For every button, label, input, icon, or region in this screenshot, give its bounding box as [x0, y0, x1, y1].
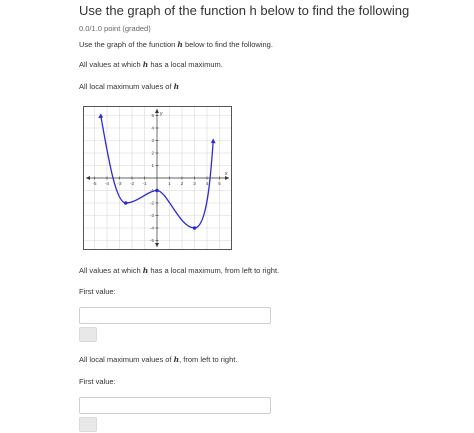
function-graph: -5 -4 -3 -2 -1 1 2 3 4 5 5 4 3 2 1 -1 -2 -3 -4 -5 x y: [83, 106, 232, 250]
question2-post: , from left to right.: [179, 355, 238, 364]
question-local-max-x: All values at which h has a local maximu…: [79, 266, 279, 275]
x-tick-label: -2: [130, 181, 134, 186]
x-tick-label: -5: [92, 181, 96, 186]
prompt2-pre: All local maximum values of: [79, 82, 174, 91]
intro-pre: Use the graph of the function: [79, 40, 178, 49]
y-axis-label: y: [159, 111, 163, 117]
curve-point: [123, 201, 128, 205]
first-value-label: First value:: [79, 377, 116, 386]
points-status: 0.0/1.0 point (graded): [79, 24, 151, 33]
first-value-input-x[interactable]: [79, 307, 271, 324]
x-tick-label: 2: [181, 181, 184, 186]
x-tick-label: 5: [218, 181, 221, 186]
question2-pre: All local maximum values of: [79, 355, 174, 364]
intro-text: Use the graph of the function h below to…: [79, 40, 273, 49]
prompt-local-max-x: All values at which h has a local maximu…: [79, 60, 223, 69]
question1-post: has a local maximum, from left to right.: [148, 266, 280, 275]
x-axis-arrow: [86, 176, 90, 180]
curve-arrow-left: [98, 113, 104, 119]
x-tick-label: 3: [193, 181, 196, 186]
first-value-input-y[interactable]: [79, 397, 271, 414]
add-value-button[interactable]: [79, 417, 97, 432]
curve-point: [192, 226, 197, 230]
prompt1-post: has a local maximum.: [148, 60, 223, 69]
y-axis-arrow: [155, 109, 159, 113]
x-axis-label: x: [224, 171, 228, 177]
function-var: h: [173, 82, 180, 91]
intro-post: below to find the following.: [182, 40, 273, 49]
y-axis-arrow: [155, 243, 159, 247]
question1-pre: All values at which: [79, 266, 143, 275]
prompt-local-max-values: All local maximum values of h: [79, 82, 179, 91]
question-local-max-values: All local maximum values of h, from left…: [79, 355, 237, 364]
add-value-button[interactable]: [79, 327, 97, 342]
x-tick-label: -4: [105, 181, 109, 186]
x-tick-label: 1: [168, 181, 171, 186]
x-tick-label: -3: [117, 181, 121, 186]
page-title: Use the graph of the function h below to…: [79, 3, 410, 18]
prompt1-pre: All values at which: [79, 60, 143, 69]
graph-svg: -5 -4 -3 -2 -1 1 2 3 4 554321-1-2-3-4-5xy: [84, 107, 231, 249]
y-tick-label: -5: [150, 238, 154, 243]
x-tick-label: -1: [142, 181, 146, 186]
first-value-label: First value:: [79, 287, 116, 296]
y-tick-label: -2: [150, 201, 154, 206]
y-tick-label: -3: [150, 213, 154, 218]
curve-arrow-right: [210, 138, 216, 144]
y-tick-label: -4: [150, 226, 154, 231]
x-tick-label: 4: [206, 181, 209, 186]
curve-point: [155, 188, 159, 193]
